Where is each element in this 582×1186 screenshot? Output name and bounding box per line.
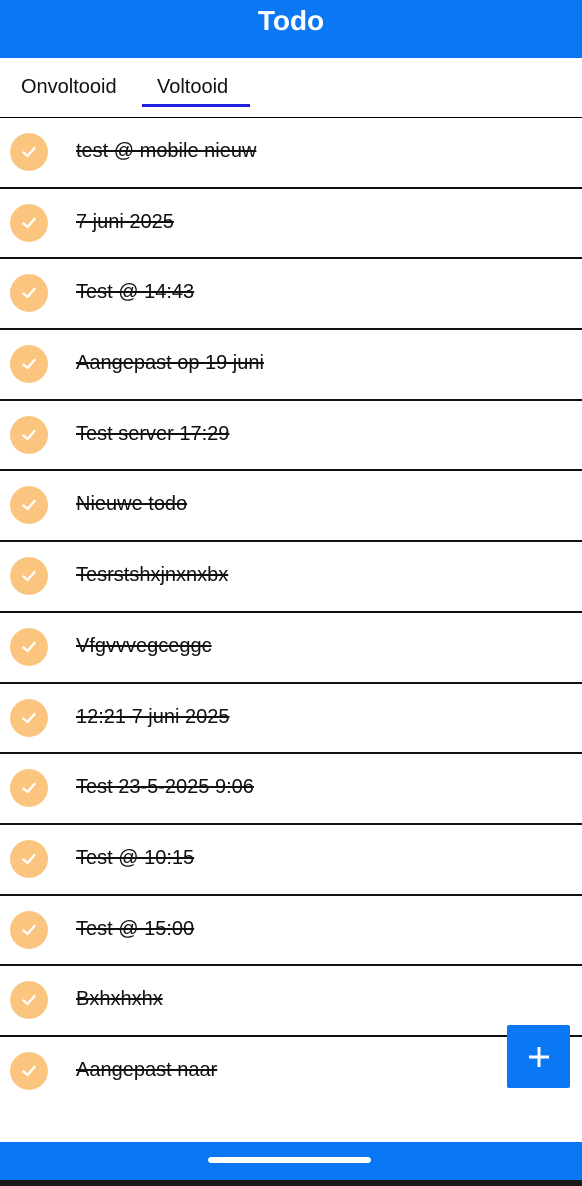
todo-text: Aangepast naar xyxy=(76,1058,218,1081)
todo-row[interactable]: Nieuwe todo xyxy=(0,471,582,543)
todo-text: Test @ 15:00 xyxy=(76,917,195,940)
todo-row[interactable]: 12:21 7 juni 2025 xyxy=(0,684,582,755)
check-icon xyxy=(22,570,36,582)
app-title: Todo xyxy=(257,5,325,36)
todo-row[interactable]: Test @ 15:00 xyxy=(0,896,582,967)
todo-row[interactable]: Vfgvvvegceggc xyxy=(0,613,582,684)
check-icon xyxy=(22,853,36,865)
todo-text: Vfgvvvegceggc xyxy=(76,634,212,657)
todo-row[interactable]: Test 23-5-2025 9:06 xyxy=(0,754,582,825)
tab-indicator xyxy=(142,104,250,107)
add-todo-button[interactable] xyxy=(507,1025,570,1088)
todo-list: test @ mobile nieuw 7 juni 2025 Test @ 14:… xyxy=(0,118,582,1108)
check-icon xyxy=(22,712,36,723)
completed-checkbox[interactable] xyxy=(10,1051,48,1090)
todo-text: Tesrstshxjnxnxbx xyxy=(76,564,229,587)
check-icon xyxy=(22,1065,36,1077)
check-icon xyxy=(22,429,36,440)
todo-row[interactable]: Test @ 10:15 xyxy=(0,825,582,896)
completed-checkbox[interactable] xyxy=(10,415,48,454)
check-icon xyxy=(22,500,36,511)
completed-checkbox[interactable] xyxy=(10,910,48,949)
todo-row[interactable]: Bxhxhxhx xyxy=(0,966,582,1037)
todo-text: 12:21 7 juni 2025 xyxy=(76,705,230,728)
completed-checkbox[interactable] xyxy=(10,557,48,596)
plus-icon xyxy=(528,1046,549,1067)
completed-checkbox[interactable] xyxy=(10,203,48,242)
completed-checkbox[interactable] xyxy=(10,769,48,808)
todo-text: Test @ 10:15 xyxy=(76,846,195,869)
todo-row[interactable]: 7 juni 2025 xyxy=(0,189,582,260)
check-icon xyxy=(22,641,36,653)
app-bar: Todo xyxy=(0,0,582,58)
todo-row[interactable]: test @ mobile nieuw xyxy=(0,118,582,189)
todo-text: Aangepast op 19 juni xyxy=(76,352,264,375)
todo-row[interactable]: Aangepast naar xyxy=(0,1037,582,1108)
check-icon xyxy=(22,924,36,935)
completed-checkbox[interactable] xyxy=(10,981,48,1020)
tab-onvoltooid[interactable]: Onvoltooid xyxy=(21,76,117,99)
todo-row[interactable]: Tesrstshxjnxnxbx xyxy=(0,542,582,613)
tab-bar: Onvoltooid Voltooid xyxy=(0,58,582,118)
tab-voltooid[interactable]: Voltooid xyxy=(157,76,228,99)
completed-checkbox[interactable] xyxy=(10,698,48,737)
todo-row[interactable]: Test server 17:29 xyxy=(0,401,582,472)
todo-text: 7 juni 2025 xyxy=(76,210,174,233)
home-indicator[interactable] xyxy=(208,1157,371,1163)
check-icon xyxy=(22,995,36,1006)
check-icon xyxy=(22,288,36,299)
completed-checkbox[interactable] xyxy=(10,345,48,384)
check-icon xyxy=(22,782,36,794)
completed-checkbox[interactable] xyxy=(10,274,48,313)
todo-text: Test @ 14:43 xyxy=(76,281,195,304)
check-icon xyxy=(22,358,36,370)
completed-checkbox[interactable] xyxy=(10,627,48,666)
check-icon xyxy=(22,146,36,158)
todo-text: test @ mobile nieuw xyxy=(76,140,257,162)
completed-checkbox[interactable] xyxy=(10,839,48,878)
todo-text: Bxhxhxhx xyxy=(76,988,163,1011)
completed-checkbox[interactable] xyxy=(10,486,48,525)
todo-text: Test 23-5-2025 9:06 xyxy=(76,776,254,799)
bottom-strip xyxy=(0,1180,582,1186)
todo-text: Nieuwe todo xyxy=(76,493,188,516)
todo-row[interactable]: Aangepast op 19 juni xyxy=(0,330,582,401)
todo-row[interactable]: Test @ 14:43 xyxy=(0,259,582,331)
todo-screen: Todo Onvoltooid Voltooid test @ mobile n… xyxy=(0,0,582,1186)
todo-text: Test server 17:29 xyxy=(76,422,230,445)
check-icon xyxy=(22,217,36,228)
completed-checkbox[interactable] xyxy=(10,133,48,171)
